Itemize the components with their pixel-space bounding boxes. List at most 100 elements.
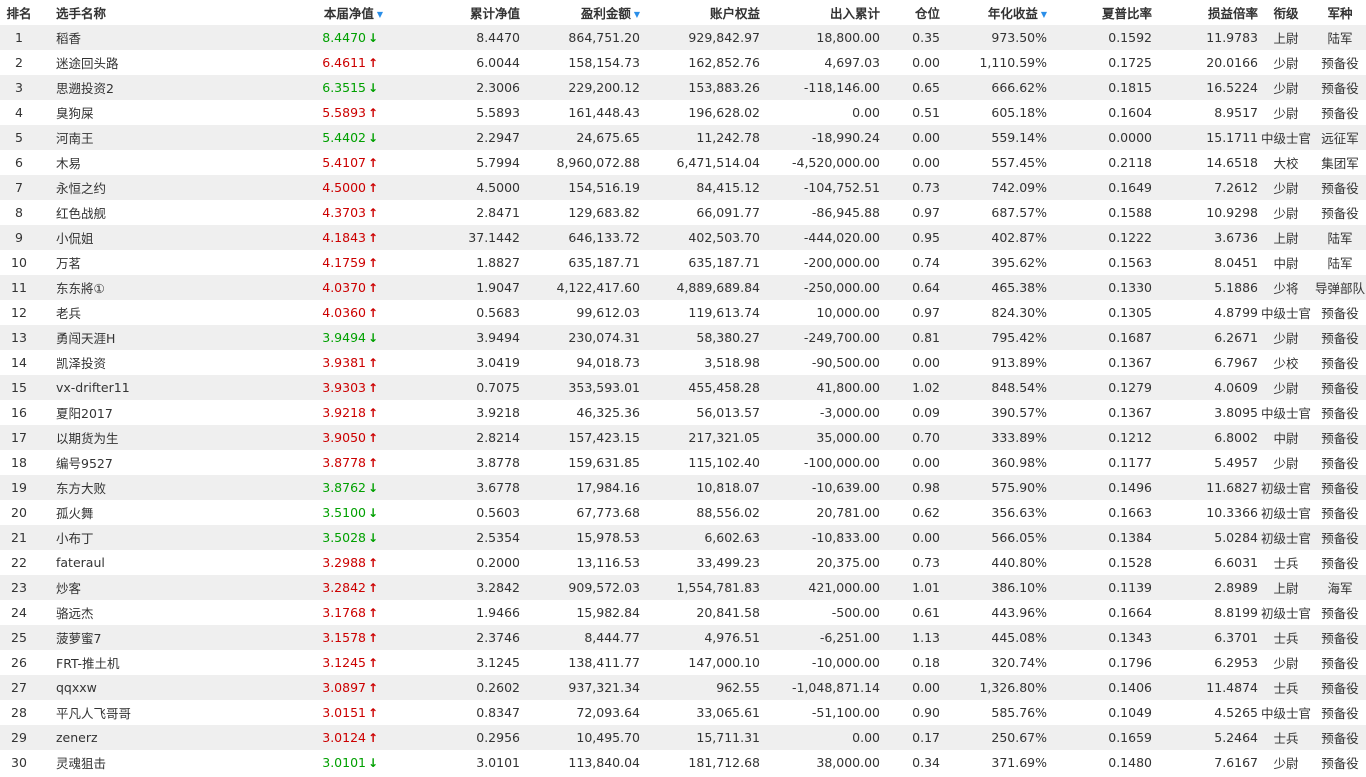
table-row[interactable]: 22 fateraul 3.2988 ↑ 0.2000 13,116.53 33,499.2…	[0, 550, 1366, 575]
table-row[interactable]: 20 孤火舞 3.5100 ↓ 0.5603 67,773.68 88,556.02 20,7…	[0, 500, 1366, 525]
cell-position: 0.73	[912, 180, 940, 195]
cell-player-name[interactable]: 平凡人飞哥哥	[38, 700, 208, 725]
cell-rank: 20	[11, 505, 27, 520]
sort-down-icon[interactable]: ▼	[1041, 10, 1047, 19]
col-rank-title[interactable]: 衔级	[1258, 0, 1314, 25]
cell-player-name[interactable]: 编号9527	[38, 450, 208, 475]
cell-player-name[interactable]: 臭狗屎	[38, 100, 208, 125]
table-row[interactable]: 3 思遡投资2 6.3515 ↓ 2.3006 229,200.12 153,883.26 -…	[0, 75, 1366, 100]
cell-player-name[interactable]: 灵魂狙击	[38, 750, 208, 775]
col-pl-ratio[interactable]: 损益倍率	[1152, 0, 1258, 25]
cell-equity: 33,065.61	[696, 705, 760, 720]
cell-player-name[interactable]: 东东將①	[38, 275, 208, 300]
table-row[interactable]: 15 vx-drifter11 3.9303 ↑ 0.7075 353,593.01 455…	[0, 375, 1366, 400]
cell-annual-return: 575.90%	[991, 480, 1047, 495]
cell-player-name[interactable]: vx-drifter11	[38, 375, 208, 400]
table-row[interactable]: 28 平凡人飞哥哥 3.0151 ↑ 0.8347 72,093.64 33,065.61 -…	[0, 700, 1366, 725]
table-row[interactable]: 9 小侃姐 4.1843 ↑ 37.1442 646,133.72 402,503.70 -4…	[0, 225, 1366, 250]
cell-player-name[interactable]: 孤火舞	[38, 500, 208, 525]
cell-player-name[interactable]: 夏阳2017	[38, 400, 208, 425]
cell-rank: 24	[11, 605, 27, 620]
table-row[interactable]: 16 夏阳2017 3.9218 ↑ 3.9218 46,325.36 56,013.57 -…	[0, 400, 1366, 425]
table-row[interactable]: 21 小布丁 3.5028 ↓ 2.5354 15,978.53 6,602.63 -10,8…	[0, 525, 1366, 550]
cell-equity: 11,242.78	[696, 130, 760, 145]
col-equity[interactable]: 账户权益	[640, 0, 760, 25]
col-rank[interactable]: 排名	[0, 0, 38, 25]
cell-sharpe: 0.1367	[1108, 355, 1152, 370]
table-row[interactable]: 27 qqxxw 3.0897 ↑ 0.2602 937,321.34 962.55 -1,0…	[0, 675, 1366, 700]
cell-player-name[interactable]: FRT-推土机	[38, 650, 208, 675]
cell-player-name[interactable]: 迷途回头路	[38, 50, 208, 75]
table-row[interactable]: 26 FRT-推土机 3.1245 ↑ 3.1245 138,411.77 147,000.…	[0, 650, 1366, 675]
cell-player-name[interactable]: 小布丁	[38, 525, 208, 550]
cell-equity: 66,091.77	[696, 205, 760, 220]
arrow-up-icon: ↑	[368, 656, 379, 670]
table-row[interactable]: 11 东东將① 4.0370 ↑ 1.9047 4,122,417.60 4,889,689…	[0, 275, 1366, 300]
cell-rank: 18	[11, 455, 27, 470]
cell-pl-ratio: 11.9783	[1206, 30, 1258, 45]
col-cumulative-nav[interactable]: 累计净值	[417, 0, 520, 25]
cell-rank-title: 少尉	[1273, 81, 1299, 96]
table-row[interactable]: 8 红色战舰 4.3703 ↑ 2.8471 129,683.82 66,091.77 -86…	[0, 200, 1366, 225]
cell-player-name[interactable]: 东方大败	[38, 475, 208, 500]
table-row[interactable]: 6 木易 5.4107 ↑ 5.7994 8,960,072.88 6,471,514.04…	[0, 150, 1366, 175]
cell-branch: 预备役	[1321, 381, 1359, 396]
table-row[interactable]: 18 编号9527 3.8778 ↑ 3.8778 159,631.85 115,102.4…	[0, 450, 1366, 475]
cell-player-name[interactable]: qqxxw	[38, 675, 208, 700]
cell-player-name[interactable]: 小侃姐	[38, 225, 208, 250]
cell-pl-ratio: 11.6827	[1206, 480, 1258, 495]
col-annual-return[interactable]: 年化收益 ▼	[940, 0, 1047, 25]
table-row[interactable]: 7 永恒之约 4.5000 ↑ 4.5000 154,516.19 84,415.12 -10…	[0, 175, 1366, 200]
cell-player-name[interactable]: 勇闯天涯H	[38, 325, 208, 350]
cell-profit: 17,984.16	[576, 480, 640, 495]
table-row[interactable]: 19 东方大败 3.8762 ↓ 3.6778 17,984.16 10,818.07 -10…	[0, 475, 1366, 500]
cell-net-flow: -250,000.00	[803, 280, 880, 295]
table-row[interactable]: 30 灵魂狙击 3.0101 ↓ 3.0101 113,840.04 181,712.68 3…	[0, 750, 1366, 775]
cell-player-name[interactable]: 稻香	[38, 25, 208, 50]
table-row[interactable]: 5 河南王 5.4402 ↓ 2.2947 24,675.65 11,242.78 -18,9…	[0, 125, 1366, 150]
cell-player-name[interactable]: 骆远杰	[38, 600, 208, 625]
cell-current-nav: 5.5893 ↑	[322, 105, 379, 120]
table-row[interactable]: 13 勇闯天涯H 3.9494 ↓ 3.9494 230,074.31 58,380.27 -…	[0, 325, 1366, 350]
cell-player-name[interactable]: 菠萝蜜7	[38, 625, 208, 650]
cell-player-name[interactable]: 炒客	[38, 575, 208, 600]
table-row[interactable]: 2 迷途回头路 6.4611 ↑ 6.0044 158,154.73 162,852.76 4…	[0, 50, 1366, 75]
col-profit[interactable]: 盈利金额 ▼	[520, 0, 640, 25]
cell-player-name[interactable]: zenerz	[38, 725, 208, 750]
cell-position: 0.00	[912, 55, 940, 70]
table-row[interactable]: 29 zenerz 3.0124 ↑ 0.2956 10,495.70 15,711.31 0…	[0, 725, 1366, 750]
table-row[interactable]: 4 臭狗屎 5.5893 ↑ 5.5893 161,448.43 196,628.02 0.0…	[0, 100, 1366, 125]
cell-player-name[interactable]: 木易	[38, 150, 208, 175]
cell-rank: 21	[11, 530, 27, 545]
cell-rank: 27	[11, 680, 27, 695]
table-row[interactable]: 24 骆远杰 3.1768 ↑ 1.9466 15,982.84 20,841.58 -500…	[0, 600, 1366, 625]
table-row[interactable]: 25 菠萝蜜7 3.1578 ↑ 2.3746 8,444.77 4,976.51 -6,25…	[0, 625, 1366, 650]
col-net-flow[interactable]: 出入累计	[760, 0, 880, 25]
cell-player-name[interactable]: 永恒之约	[38, 175, 208, 200]
cell-current-nav: 3.9218 ↑	[322, 405, 379, 420]
cell-player-name[interactable]: 思遡投资2	[38, 75, 208, 100]
cell-position: 0.00	[912, 130, 940, 145]
col-player-name[interactable]: 选手名称	[38, 0, 208, 25]
table-row[interactable]: 17 以期货为生 3.9050 ↑ 2.8214 157,423.15 217,321.05…	[0, 425, 1366, 450]
table-row[interactable]: 23 炒客 3.2842 ↑ 3.2842 909,572.03 1,554,781.83 4…	[0, 575, 1366, 600]
cell-player-name[interactable]: 红色战舰	[38, 200, 208, 225]
cell-current-nav: 3.9381 ↑	[322, 355, 379, 370]
cell-player-name[interactable]: 以期货为生	[38, 425, 208, 450]
cell-player-name[interactable]: 凯泽投资	[38, 350, 208, 375]
cell-player-name[interactable]: fateraul	[38, 550, 208, 575]
col-current-nav[interactable]: 本届净值 ▼	[208, 0, 417, 25]
cell-branch: 预备役	[1321, 206, 1359, 221]
col-sharpe[interactable]: 夏普比率	[1047, 0, 1152, 25]
col-position[interactable]: 仓位	[880, 0, 940, 25]
table-row[interactable]: 10 万茗 4.1759 ↑ 1.8827 635,187.71 635,187.71 -20…	[0, 250, 1366, 275]
sort-down-icon[interactable]: ▼	[634, 10, 640, 19]
col-branch[interactable]: 军种	[1314, 0, 1366, 25]
cell-player-name[interactable]: 老兵	[38, 300, 208, 325]
table-row[interactable]: 1 稻香 8.4470 ↓ 8.4470 864,751.20 929,842.97 18,8…	[0, 25, 1366, 50]
cell-player-name[interactable]: 万茗	[38, 250, 208, 275]
cell-player-name[interactable]: 河南王	[38, 125, 208, 150]
table-row[interactable]: 14 凯泽投资 3.9381 ↑ 3.0419 94,018.73 3,518.98 -90,…	[0, 350, 1366, 375]
table-row[interactable]: 12 老兵 4.0360 ↑ 0.5683 99,612.03 119,613.74 10,0…	[0, 300, 1366, 325]
sort-down-icon[interactable]: ▼	[377, 10, 383, 19]
